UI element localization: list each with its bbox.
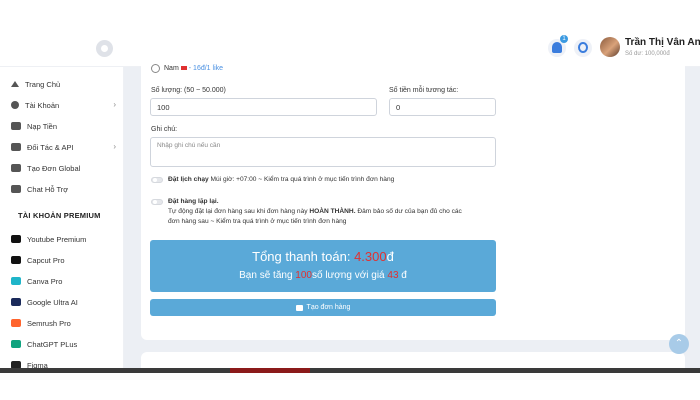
schedule-toggle[interactable] [151, 177, 163, 183]
gender-price: - 16đ/1 like [188, 65, 224, 72]
user-icon [11, 101, 19, 109]
note-textarea[interactable]: Nhập ghi chú nếu cần [150, 137, 496, 167]
capcut-icon [11, 256, 21, 264]
sidebar-item-canva-pro[interactable]: Canva Pro [11, 274, 116, 288]
order-summary-box: Tổng thanh toán: 4.300đ Bạn sẽ tăng 100s… [150, 240, 496, 292]
semrush-icon [11, 319, 21, 327]
total-value: 4.300 [354, 249, 387, 264]
sidebar-item-label: Semrush Pro [27, 318, 71, 328]
sidebar-item-label: ChatGPT PLus [27, 339, 78, 349]
summary-price: 43 [387, 270, 399, 281]
repeat-order-toggle[interactable] [151, 199, 163, 205]
sidebar-toggle-button[interactable] [96, 40, 113, 57]
sidebar-item-google-ultra-ai[interactable]: Google Ultra AI [11, 295, 116, 309]
sidebar-item-label: Youtube Premium [27, 234, 87, 244]
chevron-right-icon: › [113, 100, 116, 109]
sidebar-item-capcut-pro[interactable]: Capcut Pro [11, 253, 116, 267]
sidebar-item-deposit[interactable]: Nạp Tiền [11, 119, 116, 133]
sidebar-item-label: Chat Hỗ Trợ [27, 184, 69, 194]
summary-quantity: 100 [295, 270, 312, 281]
total-currency: đ [386, 249, 394, 264]
sidebar-item-semrush-pro[interactable]: Semrush Pro [11, 316, 116, 330]
schedule-text: Đặt lịch chạy Múi giờ: +07:00 ~ Kiểm tra… [168, 176, 394, 183]
home-icon [11, 81, 19, 87]
summary-text-a: Bạn sẽ tăng [239, 270, 296, 281]
sidebar-item-label: Canva Pro [27, 276, 63, 286]
sidebar-item-chatgpt-plus[interactable]: ChatGPT PLus [11, 337, 116, 351]
sidebar: Trang Chủ Tài Khoản › Nạp Tiền Đối Tác &… [0, 67, 124, 370]
schedule-desc: Múi giờ: +07:00 ~ Kiểm tra quá trình ở m… [210, 176, 395, 183]
repeat-desc-part1: Tự động đặt lại đơn hàng sau khi đơn hàn… [168, 208, 310, 215]
gender-option-label: Nam - 16đ/1 like [164, 65, 223, 72]
premium-section-heading: TÀI KHOẢN PREMIUM [18, 211, 101, 220]
sidebar-item-label: Trang Chủ [25, 79, 61, 89]
summary-text-c: đ [398, 270, 407, 281]
sidebar-item-partner-api[interactable]: Đối Tác & API › [11, 140, 116, 154]
gender-radio-male[interactable] [151, 64, 160, 73]
note-label: Ghi chú: [151, 126, 178, 133]
sidebar-item-label: Tài Khoản [25, 100, 60, 110]
repeat-order-title: Đặt hàng lặp lại. [168, 198, 219, 205]
sidebar-item-label: Capcut Pro [27, 255, 65, 265]
create-order-button[interactable]: Tạo đơn hàng [150, 299, 496, 316]
repeat-order-desc-line1: Tự động đặt lại đơn hàng sau khi đơn hàn… [168, 208, 462, 215]
bell-icon [552, 42, 562, 53]
user-name[interactable]: Trần Thị Vân Anh [625, 37, 700, 48]
google-ai-icon [11, 298, 21, 306]
notification-badge: 1 [560, 35, 568, 43]
sidebar-item-home[interactable]: Trang Chủ [11, 77, 116, 91]
bottom-strip [0, 368, 700, 373]
sidebar-item-youtube-premium[interactable]: Youtube Premium [11, 232, 116, 246]
half-moon-icon [578, 42, 588, 53]
per-interaction-label: Số tiền mỗi tương tác: [389, 87, 459, 94]
bag-icon [11, 143, 21, 151]
sidebar-item-label: Đối Tác & API [27, 142, 74, 152]
increase-summary: Bạn sẽ tăng 100số lượng với giá 43 đ [150, 270, 496, 281]
repeat-order-desc-line2: đơn hàng sau ~ Kiểm tra quá trình ở mục … [168, 218, 347, 225]
chat-icon [11, 185, 21, 193]
sidebar-item-support-chat[interactable]: Chat Hỗ Trợ [11, 182, 116, 196]
sidebar-item-label: Google Ultra AI [27, 297, 78, 307]
repeat-desc-bold: HOÀN THÀNH. [309, 208, 356, 215]
avatar[interactable] [600, 37, 620, 57]
total-label: Tổng thanh toán: [252, 249, 355, 264]
per-interaction-input[interactable]: 0 [389, 98, 496, 116]
quantity-label: Số lượng: (50 ~ 50.000) [151, 87, 226, 94]
scroll-to-top-button[interactable]: ⌃ [669, 334, 689, 354]
cart-icon [295, 304, 303, 311]
user-balance: Số dư: 100,000đ [625, 51, 670, 57]
canva-icon [11, 277, 21, 285]
quantity-input[interactable]: 100 [150, 98, 377, 116]
vietnam-flag-icon [180, 66, 187, 71]
card-icon [11, 122, 21, 130]
chevron-right-icon: › [113, 142, 116, 151]
repeat-desc-part2: Đảm bảo số dư của bạn đủ cho các [355, 208, 462, 215]
bottom-strip-accent [230, 368, 310, 373]
sidebar-item-global-order[interactable]: Tạo Đơn Global [11, 161, 116, 175]
summary-text-b: số lượng với giá [311, 270, 388, 281]
total-payment: Tổng thanh toán: 4.300đ [150, 249, 496, 264]
youtube-icon [11, 235, 21, 243]
sidebar-item-label: Tạo Đơn Global [27, 163, 81, 173]
theme-toggle-button[interactable] [574, 39, 592, 57]
gender-option-text: Nam [164, 65, 179, 72]
sidebar-item-account[interactable]: Tài Khoản › [11, 98, 116, 112]
sidebar-item-label: Nạp Tiền [27, 121, 58, 131]
chatgpt-icon [11, 340, 21, 348]
globe-icon [11, 164, 21, 172]
schedule-label: Đặt lịch chạy [168, 176, 209, 183]
create-order-label: Tạo đơn hàng [306, 304, 351, 311]
